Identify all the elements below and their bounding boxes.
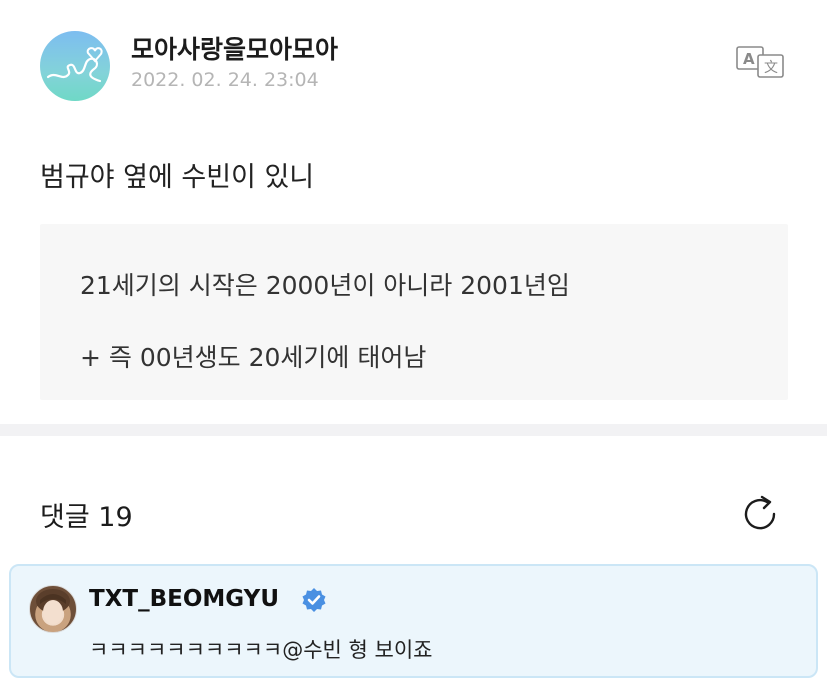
- author-avatar[interactable]: [40, 31, 110, 101]
- comment-text: ㅋㅋㅋㅋㅋㅋㅋㅋㅋㅋ@수빈 형 보이죠: [89, 638, 433, 662]
- verified-badge-icon: [301, 587, 327, 613]
- comments-count-title: 댓글 19: [40, 502, 133, 533]
- heart-scribble-icon: [46, 47, 103, 83]
- commenter-name[interactable]: TXT_BEOMGYU: [89, 586, 279, 612]
- post-author-name[interactable]: 모아사랑을모아모아: [131, 30, 338, 66]
- svg-text:A: A: [743, 50, 755, 68]
- profile-photo-icon: [36, 589, 70, 624]
- comment-item[interactable]: TXT_BEOMGYU ㅋㅋㅋㅋㅋㅋㅋㅋㅋㅋ@수빈 형 보이죠: [9, 564, 818, 678]
- quote-line: + 즉 00년생도 20세기에 태어남: [80, 343, 427, 372]
- quote-line: 21세기의 시작은 2000년이 아니라 2001년임: [80, 271, 570, 300]
- quoted-text-image[interactable]: 21세기의 시작은 2000년이 아니라 2001년임 + 즉 00년생도 20…: [40, 224, 788, 400]
- refresh-icon: [744, 495, 776, 530]
- post-body-text: 범규야 옆에 수빈이 있니: [40, 162, 315, 193]
- svg-text:文: 文: [764, 60, 778, 76]
- post-date: 2022. 02. 24. 23:04: [131, 69, 319, 91]
- refresh-button[interactable]: [740, 494, 782, 534]
- translate-button[interactable]: A 文: [734, 44, 786, 80]
- commenter-avatar[interactable]: [29, 585, 77, 633]
- section-divider: [0, 424, 827, 436]
- translate-icon: A 文: [736, 46, 784, 78]
